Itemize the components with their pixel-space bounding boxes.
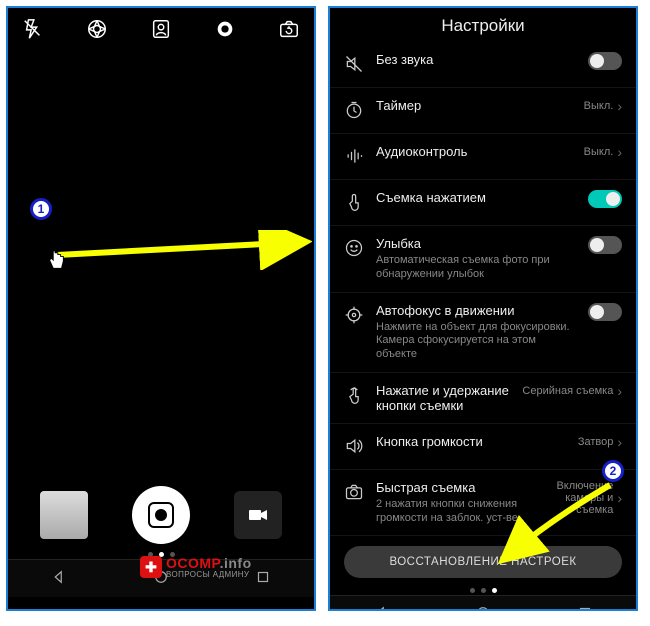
- toggle-smile[interactable]: [588, 236, 622, 254]
- toggle-mute[interactable]: [588, 52, 622, 70]
- video-mode-button[interactable]: [234, 491, 282, 539]
- recents-button[interactable]: [576, 604, 594, 611]
- row-label: Автофокус в движении: [376, 303, 576, 318]
- chevron-right-icon: ›: [617, 383, 622, 399]
- chevron-right-icon: ›: [617, 144, 622, 160]
- watermark-brand: OCOMP: [166, 555, 220, 571]
- target-icon: [344, 305, 364, 328]
- audio-levels-icon: [344, 146, 364, 169]
- row-label: Улыбка: [376, 236, 576, 251]
- step-badge-1: 1: [30, 198, 52, 220]
- tap-icon: [344, 385, 364, 408]
- settings-list: Без звука Таймер Выкл.› Аудиоконтроль Вы…: [330, 42, 636, 536]
- camera-top-bar: [8, 8, 314, 50]
- row-desc: Автоматическая съемка фото при обнаружен…: [376, 254, 576, 282]
- back-button[interactable]: [372, 604, 390, 611]
- row-quick-shot[interactable]: Быстрая съемка 2 нажатия кнопки снижения…: [330, 470, 636, 537]
- toggle-touch-shot[interactable]: [588, 190, 622, 208]
- camera-bottom-bar: [8, 480, 314, 546]
- timer-icon: [344, 100, 364, 123]
- row-label: Таймер: [376, 98, 572, 113]
- row-hold-shutter[interactable]: Нажатие и удержание кнопки съемки Серийн…: [330, 373, 636, 424]
- chevron-right-icon: ›: [617, 98, 622, 114]
- settings-pager: [330, 582, 636, 595]
- row-label: Без звука: [376, 52, 576, 67]
- recents-button[interactable]: [254, 568, 272, 589]
- page-title: Настройки: [330, 8, 636, 42]
- camera-screen: [6, 6, 316, 611]
- shutter-button[interactable]: [132, 486, 190, 544]
- smile-icon: [344, 238, 364, 261]
- row-label: Аудиоконтроль: [376, 144, 572, 159]
- row-value: Включение камеры и съемка: [542, 480, 613, 516]
- chevron-right-icon: ›: [617, 490, 622, 506]
- row-label: Кнопка громкости: [376, 434, 566, 449]
- portrait-mode-icon[interactable]: [150, 18, 172, 40]
- row-audio-control[interactable]: Аудиоконтроль Выкл.›: [330, 134, 636, 180]
- android-navbar: [330, 595, 636, 611]
- row-touch-shot[interactable]: Съемка нажатием: [330, 180, 636, 226]
- watermark: ✚ OCOMP.info ВОПРОСЫ АДМИНУ: [140, 555, 252, 579]
- row-smile[interactable]: Улыбка Автоматическая съемка фото при об…: [330, 226, 636, 293]
- chevron-right-icon: ›: [617, 434, 622, 450]
- touch-icon: [344, 192, 364, 215]
- watermark-badge: ✚: [140, 556, 162, 578]
- volume-icon: [344, 436, 364, 459]
- row-value: Выкл.: [584, 100, 614, 112]
- settings-screen: Настройки Без звука Таймер Выкл.› Аудиок…: [328, 6, 638, 611]
- row-value: Выкл.: [584, 146, 614, 158]
- row-desc: 2 нажатия кнопки снижения громкости на з…: [376, 498, 530, 526]
- watermark-subtitle: ВОПРОСЫ АДМИНУ: [166, 570, 252, 579]
- row-autofocus[interactable]: Автофокус в движении Нажмите на объект д…: [330, 293, 636, 373]
- row-value: Затвор: [578, 436, 614, 448]
- flash-off-icon[interactable]: [22, 18, 44, 40]
- watermark-tld: .info: [220, 555, 252, 571]
- row-label: Быстрая съемка: [376, 480, 530, 495]
- row-label: Съемка нажатием: [376, 190, 576, 205]
- row-label: Нажатие и удержание кнопки съемки: [376, 383, 510, 413]
- step-badge-2: 2: [602, 460, 624, 482]
- row-volume-key[interactable]: Кнопка громкости Затвор›: [330, 424, 636, 470]
- color-filter-icon[interactable]: [214, 18, 236, 40]
- aperture-icon[interactable]: [86, 18, 108, 40]
- toggle-autofocus[interactable]: [588, 303, 622, 321]
- row-desc: Нажмите на объект для фокусировки. Камер…: [376, 321, 576, 362]
- switch-camera-icon[interactable]: [278, 18, 300, 40]
- gallery-thumbnail[interactable]: [40, 491, 88, 539]
- mute-icon: [344, 54, 364, 77]
- row-value: Серийная съемка: [522, 385, 613, 397]
- hand-cursor-icon: [45, 248, 67, 279]
- camera-small-icon: [344, 482, 364, 505]
- restore-defaults-button[interactable]: ВОССТАНОВЛЕНИЕ НАСТРОЕК: [344, 546, 622, 578]
- row-timer[interactable]: Таймер Выкл.›: [330, 88, 636, 134]
- back-button[interactable]: [50, 568, 68, 589]
- row-mute[interactable]: Без звука: [330, 42, 636, 88]
- home-button[interactable]: [474, 604, 492, 611]
